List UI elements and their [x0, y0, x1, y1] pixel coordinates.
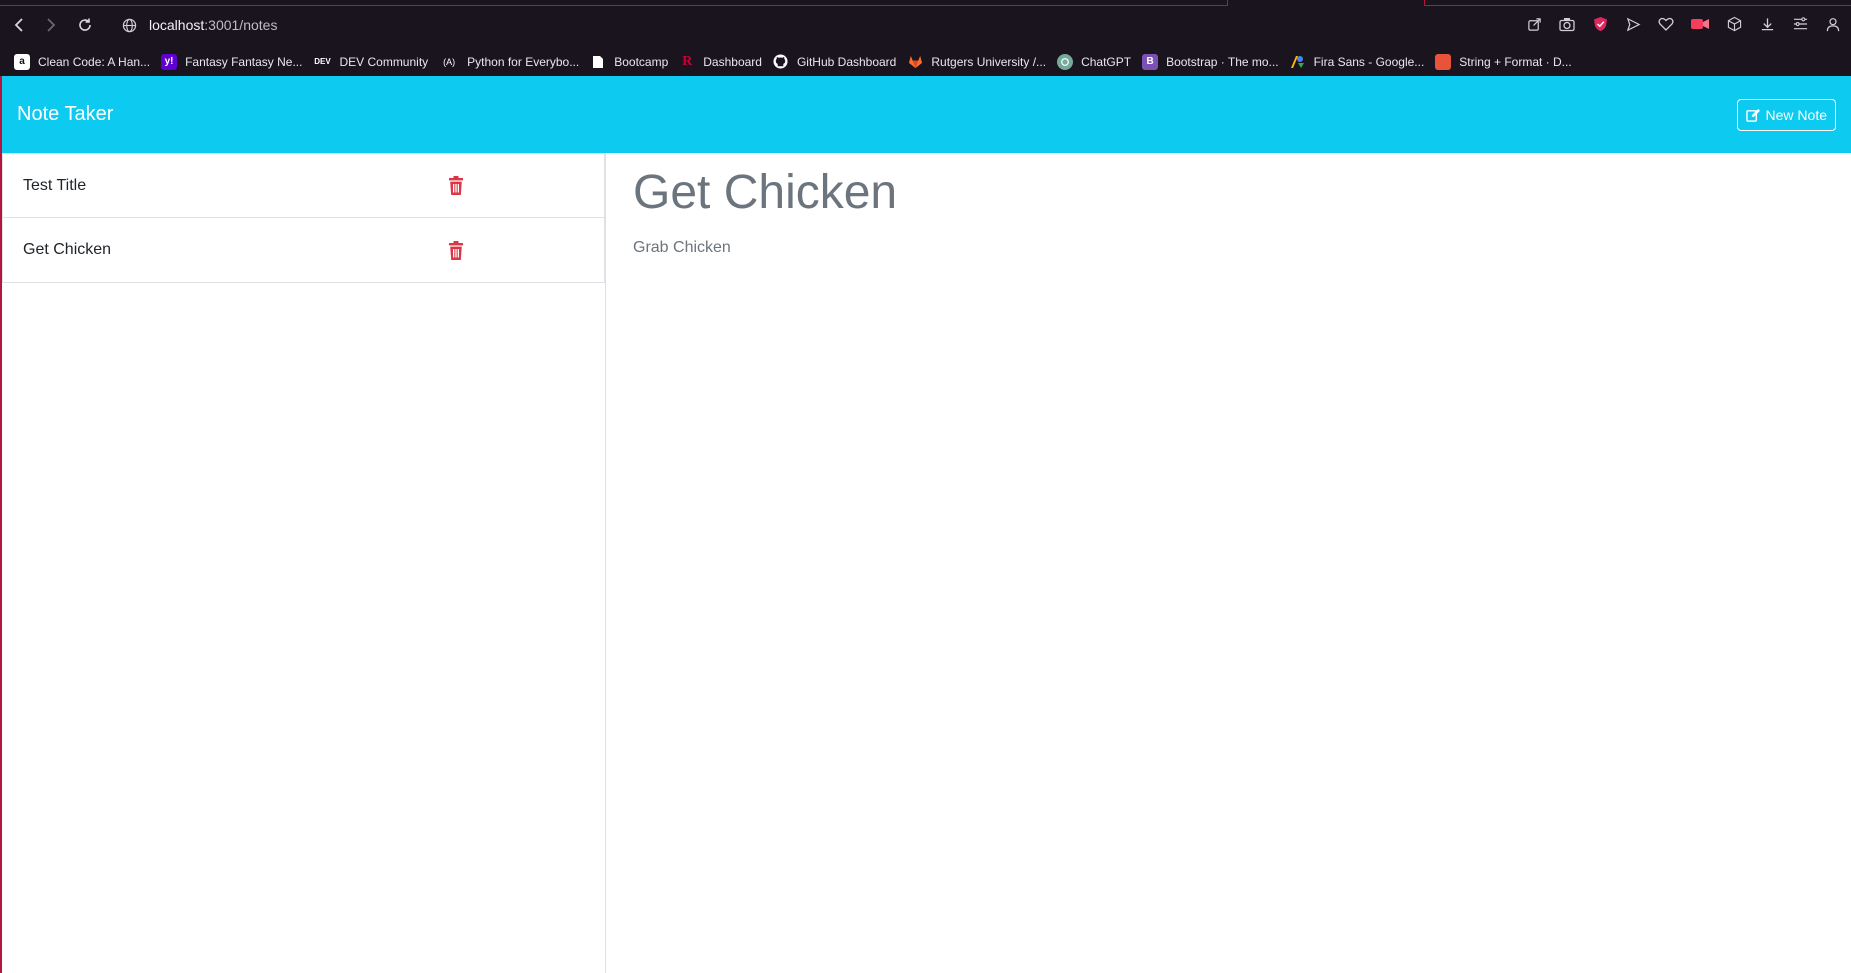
trash-icon[interactable]: [448, 240, 464, 260]
note-taker-app: Note Taker New Note Test Title Get Chick…: [0, 76, 1851, 973]
shield-icon[interactable]: [1590, 14, 1610, 34]
bookmark-python-everybody[interactable]: (A) Python for Everybo...: [439, 54, 579, 70]
tab-strip-left: [0, 0, 1228, 6]
url-path: :3001/notes: [204, 17, 278, 33]
share-icon[interactable]: [1524, 14, 1544, 34]
note-title: Get Chicken: [23, 241, 112, 258]
python-everybody-icon: (A): [443, 56, 456, 67]
bookmark-label: GitHub Dashboard: [796, 54, 897, 69]
bookmark-rutgers-gitlab[interactable]: Rutgers University /...: [907, 54, 1046, 70]
bookmark-dev-community[interactable]: DEV DEV Community: [313, 54, 428, 70]
cube-icon[interactable]: [1724, 14, 1744, 34]
back-icon[interactable]: [8, 14, 30, 36]
bookmark-bootstrap[interactable]: B Bootstrap · The mo...: [1142, 53, 1279, 70]
navbar: Note Taker New Note: [2, 76, 1851, 153]
trash-icon[interactable]: [448, 176, 464, 195]
rutgers-icon: R: [682, 53, 693, 69]
address-bar[interactable]: localhost:3001/notes: [122, 12, 277, 38]
bookmark-label: Python for Everybo...: [467, 54, 580, 69]
amazon-icon: a: [14, 53, 30, 70]
bookmark-string-format[interactable]: String + Format · D...: [1435, 53, 1572, 70]
google-fonts-icon: [1290, 54, 1306, 70]
browser-toolbar: localhost:3001/notes: [0, 0, 1851, 47]
dev-icon: DEV: [314, 57, 331, 66]
profile-icon[interactable]: [1823, 14, 1843, 34]
bookmark-github-dashboard[interactable]: GitHub Dashboard: [773, 54, 896, 70]
send-icon[interactable]: [1623, 14, 1643, 34]
list-item[interactable]: Test Title: [2, 153, 605, 218]
note-title-field[interactable]: Get Chicken: [633, 164, 1813, 226]
new-note-button[interactable]: New Note: [1736, 98, 1836, 131]
chatgpt-icon: [1057, 53, 1074, 70]
bookmark-dashboard[interactable]: R Dashboard: [679, 54, 762, 70]
list-item[interactable]: Get Chicken: [2, 218, 605, 283]
bookmark-label: ChatGPT: [1081, 54, 1132, 69]
bookmark-label: Clean Code: A Han...: [38, 54, 151, 69]
forward-icon[interactable]: [40, 14, 62, 36]
bookmark-label: Bootcamp: [614, 54, 669, 69]
heart-icon[interactable]: [1656, 14, 1676, 34]
bookmarks-bar: a Clean Code: A Han... y! Fantasy Fantas…: [0, 47, 1851, 76]
url-text: localhost:3001/notes: [149, 17, 277, 33]
edit-icon: [1745, 108, 1761, 122]
brand-title[interactable]: Note Taker: [17, 103, 113, 126]
bookmark-fira-sans[interactable]: Fira Sans - Google...: [1290, 54, 1425, 70]
github-icon: [773, 54, 789, 70]
video-icon[interactable]: [1689, 14, 1711, 34]
gitlab-icon: [907, 54, 923, 70]
note-editor: Get Chicken Grab Chicken: [633, 164, 1813, 257]
settings-sliders-icon[interactable]: [1790, 14, 1810, 34]
bookmark-chatgpt[interactable]: ChatGPT: [1057, 53, 1132, 70]
camera-icon[interactable]: [1557, 14, 1577, 34]
toolbar-icons: [1524, 14, 1843, 34]
bookmark-clean-code[interactable]: a Clean Code: A Han...: [14, 53, 151, 70]
note-text-field[interactable]: Grab Chicken: [633, 239, 1813, 257]
note-title: Test Title: [23, 176, 87, 194]
bookmark-label: Dashboard: [703, 54, 762, 69]
bookmark-fantasy[interactable]: y! Fantasy Fantasy Ne...: [161, 53, 303, 70]
bookmark-label: Rutgers University /...: [931, 54, 1047, 69]
globe-icon: [122, 18, 137, 33]
url-host: localhost: [149, 17, 205, 33]
notes-list: Test Title Get Chicken: [2, 153, 606, 973]
bookmark-label: Fantasy Fantasy Ne...: [185, 54, 303, 69]
download-icon[interactable]: [1757, 14, 1777, 34]
reload-icon[interactable]: [74, 14, 96, 36]
docs-icon: [1435, 53, 1452, 70]
bookmark-bootcamp[interactable]: Bootcamp: [590, 54, 668, 70]
bookmark-label: Bootstrap · The mo...: [1166, 54, 1279, 69]
new-note-label: New Note: [1765, 106, 1827, 123]
bookmark-label: String + Format · D...: [1459, 54, 1572, 69]
bookmark-label: Fira Sans - Google...: [1313, 54, 1425, 69]
bookmark-label: DEV Community: [339, 54, 429, 69]
yahoo-icon: y!: [161, 53, 178, 70]
bootstrap-icon: B: [1142, 53, 1159, 70]
tab-strip-right: [1424, 0, 1851, 6]
page-icon: [590, 54, 606, 70]
